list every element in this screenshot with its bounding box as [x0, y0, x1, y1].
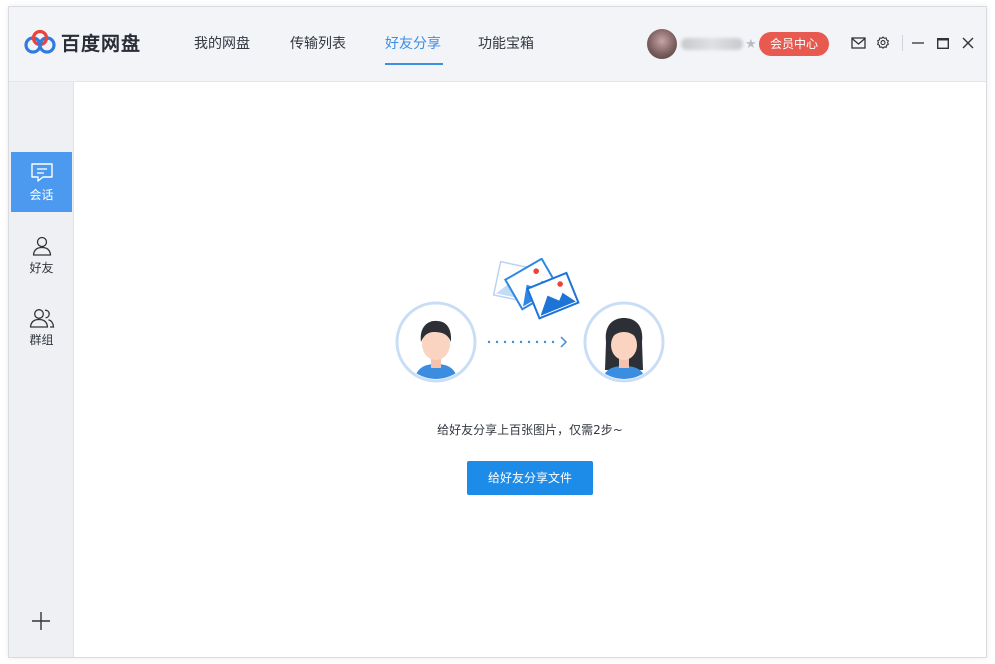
sidebar-item-label: 群组 — [29, 333, 54, 347]
app-logo[interactable]: 百度网盘 — [23, 27, 141, 57]
username — [681, 38, 743, 50]
tab-friend-share[interactable]: 好友分享 — [385, 33, 441, 53]
title-bar: 百度网盘 我的网盘 传输列表 好友分享 功能宝箱 ★ 会员中心 — [9, 7, 986, 82]
active-tab-indicator — [385, 63, 443, 65]
close-icon[interactable] — [959, 34, 977, 52]
vip-center-button[interactable]: 会员中心 — [759, 32, 829, 56]
avatar[interactable] — [647, 29, 677, 59]
plus-icon — [32, 612, 50, 630]
maximize-icon[interactable] — [934, 34, 952, 52]
group-icon — [29, 309, 54, 328]
share-file-button[interactable]: 给好友分享文件 — [467, 461, 593, 495]
sidebar-item-label: 会话 — [29, 188, 54, 202]
app-name: 百度网盘 — [61, 32, 142, 55]
sidebar-item-groups[interactable]: 群组 — [11, 297, 72, 357]
tab-toolbox[interactable]: 功能宝箱 — [478, 33, 534, 53]
settings-icon[interactable] — [874, 34, 892, 52]
main-content: 给好友分享上百张图片，仅需2步~ 给好友分享文件 — [74, 82, 986, 657]
app-window: 百度网盘 我的网盘 传输列表 好友分享 功能宝箱 ★ 会员中心 会话 好友 群组… — [8, 6, 987, 658]
add-button[interactable] — [29, 609, 53, 633]
toolbar-divider — [902, 35, 903, 51]
tab-transfer-list[interactable]: 传输列表 — [290, 33, 346, 53]
baidu-cloud-logo-icon — [24, 29, 56, 54]
vip-level-icon: ★ — [745, 36, 757, 52]
female-avatar-icon — [583, 301, 665, 383]
empty-state-message: 给好友分享上百张图片，仅需2步~ — [437, 423, 623, 437]
chat-icon — [30, 163, 53, 182]
mail-icon[interactable] — [849, 34, 867, 52]
person-icon — [32, 236, 51, 256]
transfer-arrow-icon — [487, 336, 568, 348]
sidebar-item-friends[interactable]: 好友 — [11, 225, 72, 285]
photos-icon — [492, 258, 580, 320]
user-profile[interactable]: ★ — [647, 29, 757, 59]
male-avatar-icon — [395, 301, 477, 383]
sidebar-item-chat[interactable]: 会话 — [11, 152, 72, 212]
tab-my-disk[interactable]: 我的网盘 — [194, 33, 250, 53]
sidebar: 会话 好友 群组 — [9, 82, 74, 657]
share-illustration — [395, 258, 665, 383]
minimize-icon[interactable] — [909, 34, 927, 52]
sidebar-item-label: 好友 — [29, 261, 54, 275]
